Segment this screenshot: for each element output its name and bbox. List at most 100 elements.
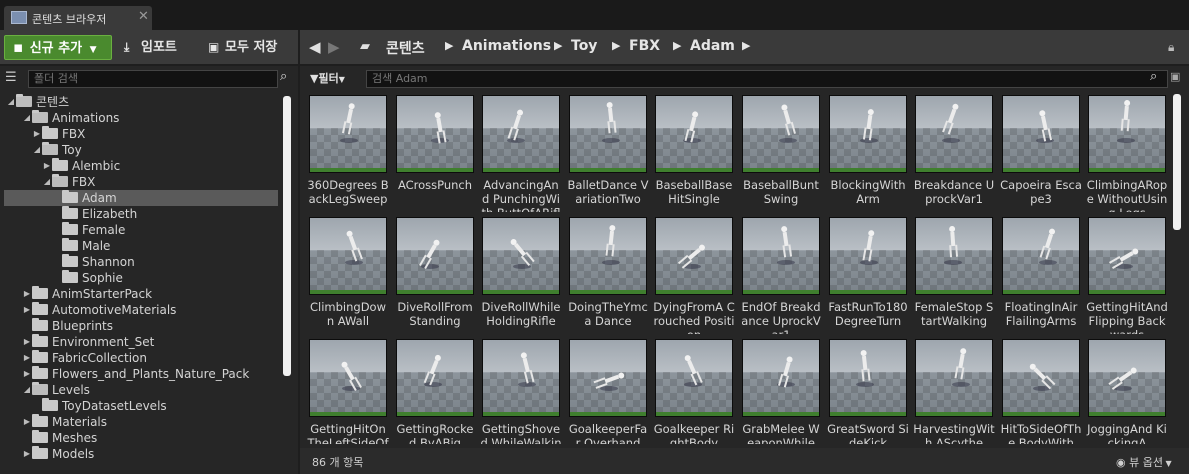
save-all-button[interactable]: ▣ 모두 저장 xyxy=(208,35,277,60)
folder-tree-item[interactable]: ▶ Flowers_and_Plants_Nature_Pack xyxy=(4,366,278,382)
folder-tree-item[interactable]: Elizabeth xyxy=(4,206,278,222)
breadcrumb-separator-icon[interactable]: ▶ xyxy=(612,39,620,52)
add-new-button[interactable]: ▪ 신규 추가 ▼ xyxy=(4,35,112,60)
folder-tree-item[interactable]: Adam xyxy=(4,190,278,206)
folder-icon xyxy=(62,206,78,219)
folder-tree-item[interactable]: ◢ Animations xyxy=(4,110,278,126)
asset-tile[interactable]: ClimbingARope WithoutUsing Legs xyxy=(1086,94,1168,212)
asset-tile[interactable]: 360Degrees BackLegSweep xyxy=(307,94,389,212)
sources-view-icon[interactable]: ☰ xyxy=(5,70,17,85)
breadcrumb-adam[interactable]: Adam xyxy=(690,38,735,54)
asset-tile[interactable]: GreatSword SideKick xyxy=(827,338,909,444)
asset-tile[interactable]: HitToSideOfThe BodyWith xyxy=(1000,338,1082,444)
asset-tile[interactable]: FemaleStop StartWalking xyxy=(913,216,995,334)
expand-arrow-icon[interactable]: ▶ xyxy=(22,350,32,366)
save-search-icon[interactable]: ▣ xyxy=(1170,70,1180,83)
expand-arrow-icon[interactable]: ▶ xyxy=(42,158,52,174)
collapse-arrow-icon[interactable]: ◢ xyxy=(22,382,32,398)
collapse-arrow-icon[interactable]: ◢ xyxy=(22,110,32,126)
breadcrumb-toy[interactable]: Toy xyxy=(571,38,597,54)
folder-tree-item[interactable]: Sophie xyxy=(4,270,278,286)
asset-tile[interactable]: JoggingAnd KickingA xyxy=(1086,338,1168,444)
folder-tree-item[interactable]: ▶ Models xyxy=(4,446,278,462)
asset-tile[interactable]: DyingFromA Crouched Position xyxy=(653,216,735,334)
folder-tree-item[interactable]: ▶ AutomotiveMaterials xyxy=(4,302,278,318)
back-button[interactable]: ◀ xyxy=(309,38,321,56)
breadcrumb-separator-icon[interactable]: ▶ xyxy=(445,39,453,52)
folder-tree-item[interactable]: Male xyxy=(4,238,278,254)
folder-tree-item[interactable]: Female xyxy=(4,222,278,238)
asset-tile[interactable]: BaseballBunt Swing xyxy=(740,94,822,212)
view-options-button[interactable]: ◉ 뷰 옵션 ▼ xyxy=(1116,454,1172,470)
breadcrumb-separator-icon[interactable]: ▶ xyxy=(554,39,562,52)
asset-tile[interactable]: HarvestingWith AScythe xyxy=(913,338,995,444)
collapse-arrow-icon[interactable]: ◢ xyxy=(6,94,16,110)
folder-tree-item[interactable]: ToyDatasetLevels xyxy=(4,398,278,414)
lock-icon[interactable]: 🔒︎ xyxy=(1168,40,1174,55)
folder-tree-item[interactable]: ◢ Toy xyxy=(4,142,278,158)
folder-tree-item[interactable]: ▶ FabricCollection xyxy=(4,350,278,366)
asset-tile[interactable]: FloatingInAir FlailingArms xyxy=(1000,216,1082,334)
folder-tree-item[interactable]: ▶ Alembic xyxy=(4,158,278,174)
asset-tile[interactable]: BlockingWith Arm xyxy=(827,94,909,212)
folder-icon xyxy=(32,350,48,363)
tab-content-browser[interactable]: 콘텐츠 브라우저 ✕ xyxy=(4,6,152,30)
asset-tile[interactable]: GettingHitOn TheLeftSideOf xyxy=(307,338,389,444)
asset-tile[interactable]: DiveRollFrom Standing xyxy=(394,216,476,334)
asset-tile[interactable]: Capoeira Escape3 xyxy=(1000,94,1082,212)
breadcrumb-content[interactable]: 콘텐츠 xyxy=(386,38,425,58)
animation-thumbnail xyxy=(396,217,474,295)
breadcrumb-animations[interactable]: Animations xyxy=(462,38,551,54)
asset-tile[interactable]: ClimbingDown AWall xyxy=(307,216,389,334)
breadcrumb-separator-icon[interactable]: ▶ xyxy=(673,39,681,52)
forward-button[interactable]: ▶ xyxy=(328,38,340,56)
breadcrumb-fbx[interactable]: FBX xyxy=(629,38,660,54)
asset-tile[interactable]: GettingRocked ByABig xyxy=(394,338,476,444)
asset-tile[interactable]: DiveRollWhile HoldingRifle xyxy=(480,216,562,334)
expand-arrow-icon[interactable]: ▶ xyxy=(22,446,32,462)
folder-tree-item[interactable]: ◢ FBX xyxy=(4,174,278,190)
asset-name: GrabMelee WeaponWhile xyxy=(742,422,820,444)
asset-tile[interactable]: Goalkeeper RightBody xyxy=(653,338,735,444)
expand-arrow-icon[interactable]: ▶ xyxy=(22,302,32,318)
import-button[interactable]: ⤓ 임포트 xyxy=(124,35,177,60)
asset-grid-scrollbar[interactable] xyxy=(1173,94,1181,230)
expand-arrow-icon[interactable]: ▶ xyxy=(32,126,42,142)
folder-tree-item[interactable]: ◢ 콘텐츠 xyxy=(4,94,278,110)
asset-tile[interactable]: GettingHitAnd Flipping Backwards xyxy=(1086,216,1168,334)
filter-button[interactable]: ▼필터▼ xyxy=(310,70,345,86)
folder-search-input[interactable]: 폴더 검색 xyxy=(28,70,278,88)
expand-arrow-icon[interactable]: ▶ xyxy=(22,334,32,350)
folder-tree-item[interactable]: ◢ Levels xyxy=(4,382,278,398)
search-icon[interactable]: ⌕ xyxy=(1150,69,1157,84)
folder-tree-item[interactable]: ▶ Materials xyxy=(4,414,278,430)
collapse-arrow-icon[interactable]: ◢ xyxy=(32,142,42,158)
asset-tile[interactable]: GettingShoved WhileWalking xyxy=(480,338,562,444)
asset-tile[interactable]: Breakdance UprockVar1 xyxy=(913,94,995,212)
expand-arrow-icon[interactable]: ▶ xyxy=(22,366,32,382)
asset-tile[interactable]: EndOf Breakdance UprockVar1 xyxy=(740,216,822,334)
folder-tree-item[interactable]: Shannon xyxy=(4,254,278,270)
folder-tree-item[interactable]: ▶ FBX xyxy=(4,126,278,142)
expand-arrow-icon[interactable]: ▶ xyxy=(22,286,32,302)
asset-tile[interactable]: DoingTheYmca Dance xyxy=(567,216,649,334)
search-icon[interactable]: ⌕ xyxy=(280,69,287,84)
expand-arrow-icon[interactable]: ▶ xyxy=(22,414,32,430)
folder-tree-item[interactable]: Meshes xyxy=(4,430,278,446)
asset-tile[interactable]: GrabMelee WeaponWhile xyxy=(740,338,822,444)
breadcrumb-separator-icon[interactable]: ▶ xyxy=(742,39,750,52)
asset-tile[interactable]: BalletDance VariationTwo xyxy=(567,94,649,212)
asset-tile[interactable]: BaseballBase HitSingle xyxy=(653,94,735,212)
asset-tile[interactable]: AdvancingAnd PunchingWith ButtOfARifle xyxy=(480,94,562,212)
folder-tree-item[interactable]: ▶ Environment_Set xyxy=(4,334,278,350)
folder-open-icon xyxy=(16,94,32,107)
asset-tile[interactable]: FastRunTo180 DegreeTurn xyxy=(827,216,909,334)
folder-tree-item[interactable]: Blueprints xyxy=(4,318,278,334)
folder-tree-item[interactable]: ▶ AnimStarterPack xyxy=(4,286,278,302)
asset-tile[interactable]: GoalkeeperFar Overhand xyxy=(567,338,649,444)
collapse-arrow-icon[interactable]: ◢ xyxy=(42,174,52,190)
close-tab-icon[interactable]: ✕ xyxy=(138,9,149,24)
asset-search-input[interactable]: 검색 Adam xyxy=(366,70,1168,88)
folder-tree-scrollbar[interactable] xyxy=(283,96,291,376)
asset-tile[interactable]: ACrossPunch xyxy=(394,94,476,212)
